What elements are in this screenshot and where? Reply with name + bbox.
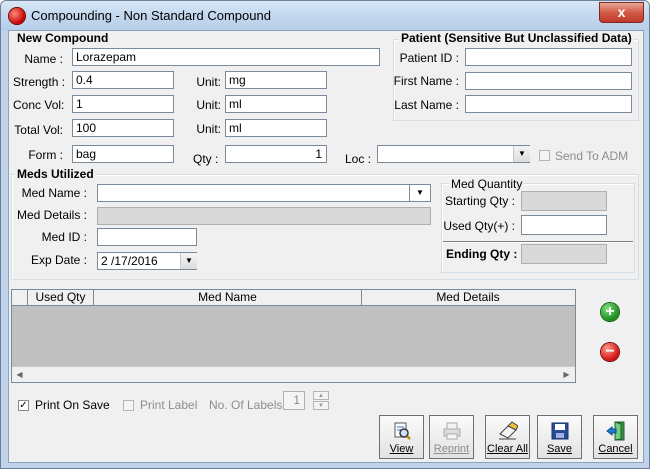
clear-all-button[interactable]: Clear All <box>485 415 530 459</box>
window-title: Compounding - Non Standard Compound <box>31 8 271 23</box>
clear-all-button-label: Clear All <box>487 443 528 455</box>
title-bar[interactable]: Compounding - Non Standard Compound x <box>1 1 649 31</box>
scroll-left-icon[interactable]: ◀ <box>12 367 27 382</box>
conc-unit-field[interactable]: ml <box>225 95 327 113</box>
form-label: Form : <box>28 148 63 162</box>
send-to-adm-label: Send To ADM <box>555 149 629 163</box>
column-header-used-qty[interactable]: Used Qty <box>28 290 94 305</box>
exit-door-icon <box>606 421 625 441</box>
view-button[interactable]: View <box>379 415 424 459</box>
conc-vol-field[interactable]: 1 <box>72 95 174 113</box>
ending-qty-field <box>521 244 607 264</box>
total-unit-field[interactable]: ml <box>225 119 327 137</box>
new-compound-legend: New Compound <box>15 31 111 45</box>
last-name-field[interactable] <box>465 95 632 113</box>
med-details-label: Med Details : <box>16 208 87 222</box>
meds-grid[interactable]: Used Qty Med Name Med Details ◀ ▶ <box>11 289 576 383</box>
send-to-adm-checkbox[interactable] <box>539 150 550 161</box>
unit-label-2: Unit: <box>196 98 221 112</box>
last-name-label: Last Name : <box>394 98 459 112</box>
med-id-field[interactable] <box>97 228 197 246</box>
print-label-label: Print Label <box>140 398 198 412</box>
med-details-field <box>97 207 431 225</box>
name-field[interactable]: Lorazepam <box>72 48 380 66</box>
plus-circle-icon[interactable]: + <box>601 303 619 321</box>
grid-header: Used Qty Med Name Med Details <box>12 290 575 306</box>
strength-unit-field[interactable]: mg <box>225 71 327 89</box>
view-button-label: View <box>389 443 414 455</box>
med-quantity-legend: Med Quantity <box>449 177 525 191</box>
grid-horizontal-scrollbar[interactable]: ◀ ▶ <box>12 366 575 382</box>
form-field[interactable]: bag <box>72 145 174 163</box>
minus-circle-icon[interactable]: − <box>601 343 619 361</box>
column-header-med-name[interactable]: Med Name <box>94 290 362 305</box>
med-id-label: Med ID : <box>41 230 87 244</box>
print-label-checkbox[interactable] <box>123 400 134 411</box>
no-of-labels-label: No. Of Labels : <box>209 398 290 412</box>
spin-down-icon[interactable]: ▼ <box>313 401 329 410</box>
close-button[interactable]: x <box>599 2 644 23</box>
compounding-window: Compounding - Non Standard Compound x Ne… <box>0 0 650 469</box>
spin-up-icon[interactable]: ▲ <box>313 391 329 400</box>
app-icon <box>9 8 25 24</box>
printer-icon <box>443 422 461 440</box>
print-on-save-label: Print On Save <box>35 398 110 412</box>
print-on-save-checkbox[interactable]: ✓ <box>18 400 29 411</box>
starting-qty-field <box>521 191 607 211</box>
loc-label: Loc : <box>345 152 372 166</box>
med-name-combobox[interactable] <box>97 184 431 202</box>
cancel-button-label: Cancel <box>598 443 633 455</box>
unit-label-1: Unit: <box>196 75 221 89</box>
cancel-button[interactable]: Cancel <box>593 415 638 459</box>
patient-id-label: Patient ID : <box>399 51 459 65</box>
starting-qty-label: Starting Qty : <box>444 194 515 208</box>
eraser-icon <box>499 421 518 440</box>
save-button-label: Save <box>546 443 573 455</box>
qty-field[interactable]: 1 <box>225 145 327 163</box>
loc-dropdown[interactable] <box>377 145 530 163</box>
chevron-down-icon[interactable]: ▼ <box>180 253 197 269</box>
strength-label: Strength : <box>13 75 66 89</box>
unit-label-3: Unit: <box>196 122 221 136</box>
floppy-disk-icon <box>551 422 569 440</box>
save-button[interactable]: Save <box>537 415 582 459</box>
used-qty-label: Used Qty(+) : <box>443 219 515 233</box>
column-header-med-details[interactable]: Med Details <box>362 290 574 305</box>
meds-utilized-legend: Meds Utilized <box>15 167 96 181</box>
chevron-down-icon: ▼ <box>416 188 424 197</box>
name-label: Name : <box>24 52 63 66</box>
scroll-right-icon[interactable]: ▶ <box>559 367 574 382</box>
no-of-labels-field[interactable]: 1 <box>283 391 305 410</box>
first-name-label: First Name : <box>393 74 459 88</box>
conc-vol-label: Conc Vol: <box>13 98 65 112</box>
ending-qty-label: Ending Qty : <box>446 247 518 261</box>
total-vol-field[interactable]: 100 <box>72 119 174 137</box>
med-name-dropdown-button[interactable]: ▼ <box>409 184 431 202</box>
chevron-down-icon[interactable]: ▼ <box>513 146 530 162</box>
first-name-field[interactable] <box>465 72 632 90</box>
reprint-button-label: Reprint <box>433 443 470 455</box>
reprint-button[interactable]: Reprint <box>429 415 474 459</box>
total-vol-label: Total Vol: <box>14 123 63 137</box>
strength-field[interactable]: 0.4 <box>72 71 174 89</box>
used-qty-field[interactable] <box>521 215 607 235</box>
patient-id-field[interactable] <box>465 48 632 66</box>
qty-label: Qty : <box>193 152 219 166</box>
exp-date-label: Exp Date : <box>30 253 87 267</box>
view-icon <box>394 422 411 440</box>
grid-row-selector-header <box>12 290 28 305</box>
dialog-client-area: New Compound Name : Lorazepam Strength :… <box>8 30 644 463</box>
quantity-divider <box>443 241 633 243</box>
med-name-label: Med Name : <box>21 186 87 200</box>
patient-legend: Patient (Sensitive But Unclassified Data… <box>399 31 634 45</box>
